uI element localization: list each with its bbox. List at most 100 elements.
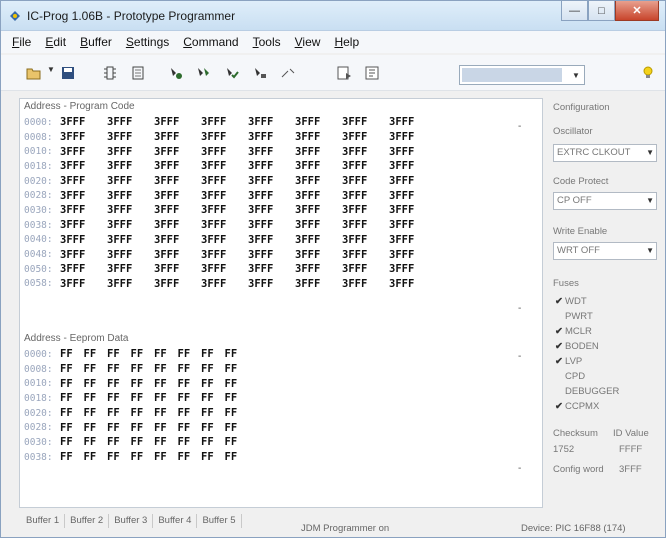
eeprom-cell[interactable]: FF [60, 348, 84, 360]
eeprom-cell[interactable]: FF [201, 407, 225, 419]
program-scroll-top[interactable]: - [518, 121, 521, 132]
program-code-cell[interactable]: 3FFF [60, 249, 107, 261]
program-code-cell[interactable]: 3FFF [60, 263, 107, 275]
program-code-cell[interactable]: 3FFF [248, 278, 295, 290]
program-code-cell[interactable]: 3FFF [60, 146, 107, 158]
program-code-cell[interactable]: 3FFF [295, 234, 342, 246]
eeprom-cell[interactable]: FF [84, 436, 108, 448]
menu-command[interactable]: Command [176, 35, 245, 49]
eeprom-cell[interactable]: FF [225, 407, 249, 419]
program-code-cell[interactable]: 3FFF [107, 146, 154, 158]
fuse-checkbox-debugger[interactable]: DEBUGGER [555, 386, 619, 397]
menu-settings[interactable]: Settings [119, 35, 176, 49]
oscillator-select[interactable]: EXTRC CLKOUT ▼ [553, 144, 657, 162]
program-code-cell[interactable]: 3FFF [154, 263, 201, 275]
eeprom-cell[interactable]: FF [154, 348, 178, 360]
program-all-icon[interactable] [195, 65, 213, 81]
program-code-cell[interactable]: 3FFF [154, 234, 201, 246]
eeprom-scroll-top[interactable]: - [518, 351, 521, 362]
eeprom-cell[interactable]: FF [131, 392, 155, 404]
eeprom-cell[interactable]: FF [131, 363, 155, 375]
close-button[interactable]: ✕ [615, 1, 659, 21]
program-code-cell[interactable]: 3FFF [342, 204, 389, 216]
program-code-cell[interactable]: 3FFF [107, 116, 154, 128]
minimize-button[interactable]: — [561, 1, 588, 21]
eeprom-cell[interactable]: FF [84, 348, 108, 360]
eeprom-cell[interactable]: FF [178, 451, 202, 463]
program-code-cell[interactable]: 3FFF [342, 116, 389, 128]
eeprom-cell[interactable]: FF [154, 378, 178, 390]
eeprom-cell[interactable]: FF [201, 363, 225, 375]
program-code-cell[interactable]: 3FFF [107, 234, 154, 246]
eeprom-cell[interactable]: FF [178, 348, 202, 360]
program-code-cell[interactable]: 3FFF [154, 175, 201, 187]
eeprom-cell[interactable]: FF [225, 363, 249, 375]
eeprom-cell[interactable]: FF [60, 378, 84, 390]
eeprom-cell[interactable]: FF [107, 436, 131, 448]
program-code-cell[interactable]: 3FFF [248, 263, 295, 275]
eeprom-cell[interactable]: FF [60, 407, 84, 419]
program-code-cell[interactable]: 3FFF [107, 175, 154, 187]
maximize-button[interactable]: □ [588, 1, 615, 21]
program-code-cell[interactable]: 3FFF [60, 204, 107, 216]
erase-icon[interactable] [129, 65, 147, 81]
eeprom-cell[interactable]: FF [178, 392, 202, 404]
eeprom-cell[interactable]: FF [178, 378, 202, 390]
program-code-cell[interactable]: 3FFF [342, 278, 389, 290]
program-code-cell[interactable]: 3FFF [107, 160, 154, 172]
program-code-cell[interactable]: 3FFF [60, 219, 107, 231]
eeprom-cell[interactable]: FF [178, 436, 202, 448]
eeprom-cell[interactable]: FF [225, 392, 249, 404]
menu-edit[interactable]: Edit [38, 35, 73, 49]
program-code-cell[interactable]: 3FFF [201, 146, 248, 158]
program-code-cell[interactable]: 3FFF [342, 234, 389, 246]
fuse-checkbox-lvp[interactable]: ✔ LVP [555, 356, 582, 367]
menu-buffer[interactable]: Buffer [73, 35, 119, 49]
program-code-cell[interactable]: 3FFF [295, 146, 342, 158]
program-code-grid[interactable]: 0000: 3FFF 3FFF 3FFF 3FFF 3FFF 3FFF 3FFF 3FFF 000… [22, 115, 540, 291]
program-code-cell[interactable]: 3FFF [248, 116, 295, 128]
program-code-cell[interactable]: 3FFF [154, 131, 201, 143]
program-code-cell[interactable]: 3FFF [60, 175, 107, 187]
program-code-cell[interactable]: 3FFF [295, 190, 342, 202]
program-code-cell[interactable]: 3FFF [60, 131, 107, 143]
buffer-icon[interactable] [279, 65, 297, 81]
eeprom-cell[interactable]: FF [131, 348, 155, 360]
program-code-cell[interactable]: 3FFF [107, 190, 154, 202]
program-code-cell[interactable]: 3FFF [154, 219, 201, 231]
fuse-checkbox-cpd[interactable]: CPD [555, 371, 585, 382]
program-code-cell[interactable]: 3FFF [295, 116, 342, 128]
program-code-cell[interactable]: 3FFF [389, 175, 436, 187]
notes-icon[interactable] [335, 65, 353, 81]
program-code-cell[interactable]: 3FFF [389, 190, 436, 202]
eeprom-cell[interactable]: FF [84, 363, 108, 375]
program-code-cell[interactable]: 3FFF [342, 263, 389, 275]
eeprom-cell[interactable]: FF [131, 407, 155, 419]
program-code-cell[interactable]: 3FFF [154, 116, 201, 128]
eeprom-cell[interactable]: FF [178, 407, 202, 419]
eeprom-cell[interactable]: FF [107, 392, 131, 404]
program-code-cell[interactable]: 3FFF [342, 249, 389, 261]
eeprom-cell[interactable]: FF [154, 363, 178, 375]
eeprom-cell[interactable]: FF [60, 436, 84, 448]
program-code-cell[interactable]: 3FFF [201, 249, 248, 261]
eeprom-cell[interactable]: FF [131, 451, 155, 463]
program-code-cell[interactable]: 3FFF [295, 219, 342, 231]
program-code-cell[interactable]: 3FFF [107, 204, 154, 216]
eeprom-cell[interactable]: FF [154, 451, 178, 463]
eeprom-cell[interactable]: FF [154, 436, 178, 448]
program-code-cell[interactable]: 3FFF [389, 204, 436, 216]
program-code-cell[interactable]: 3FFF [154, 160, 201, 172]
eeprom-cell[interactable]: FF [201, 392, 225, 404]
program-code-cell[interactable]: 3FFF [60, 160, 107, 172]
program-code-cell[interactable]: 3FFF [389, 131, 436, 143]
open-dropdown-icon[interactable]: ▼ [47, 65, 55, 74]
program-icon[interactable] [167, 65, 185, 81]
write-enable-select[interactable]: WRT OFF ▼ [553, 242, 657, 260]
eeprom-cell[interactable]: FF [225, 451, 249, 463]
eeprom-cell[interactable]: FF [84, 392, 108, 404]
program-code-cell[interactable]: 3FFF [60, 190, 107, 202]
fuse-checkbox-ccpmx[interactable]: ✔ CCPMX [555, 401, 599, 412]
fuse-checkbox-mclr[interactable]: ✔ MCLR [555, 326, 592, 337]
eeprom-cell[interactable]: FF [154, 392, 178, 404]
